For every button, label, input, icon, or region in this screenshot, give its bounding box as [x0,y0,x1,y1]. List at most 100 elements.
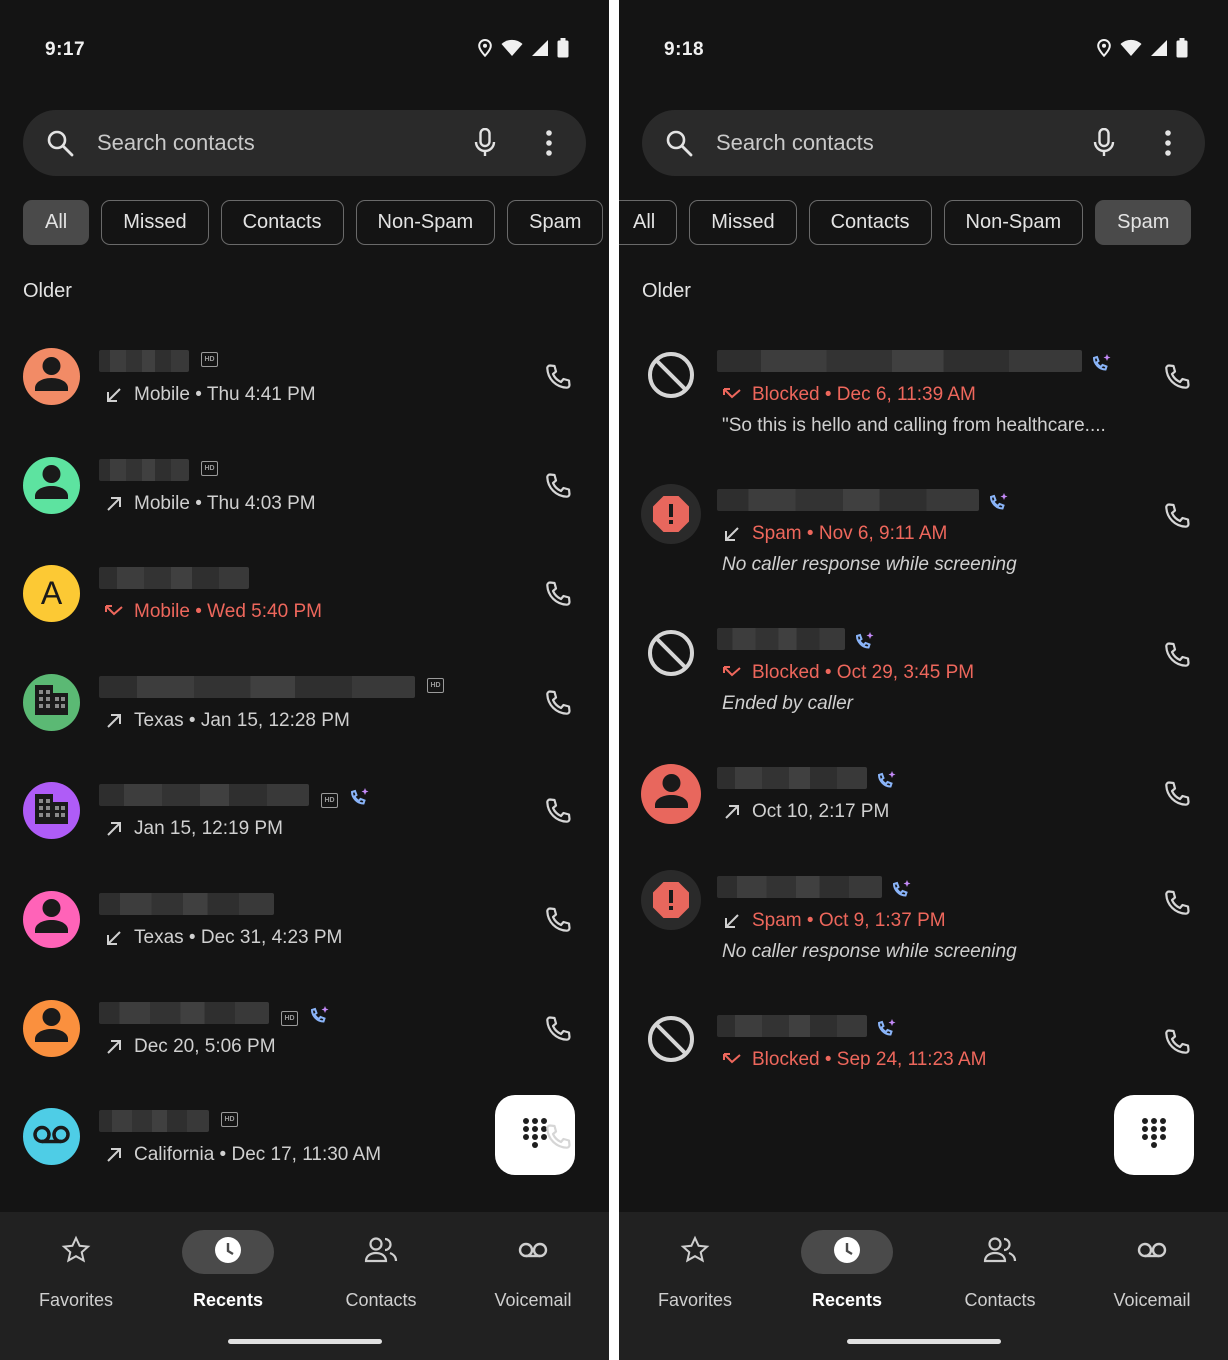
redacted-name [717,350,1082,372]
chip-contacts[interactable]: Contacts [808,200,932,245]
chip-all[interactable]: All [23,200,90,245]
person-icon [23,1000,80,1057]
contact-avatar [23,890,80,948]
call-screen-icon [875,1017,899,1046]
call-badges [987,491,1011,520]
call-back-button[interactable] [543,905,573,935]
nav-voicemail[interactable]: Voicemail [468,1230,598,1311]
call-back-button[interactable] [1162,1027,1192,1057]
bottom-navigation: Favorites Recents Contacts Voicemail [0,1212,609,1360]
hd-icon: HD [201,460,218,476]
call-details: Blocked • Dec 6, 11:39 AM [722,384,976,406]
call-badges [875,1017,899,1046]
dialpad-button[interactable] [1114,1095,1194,1175]
nav-favorites[interactable]: Favorites [11,1230,141,1311]
gesture-handle [228,1339,382,1344]
person-icon [23,457,80,514]
call-back-button[interactable] [543,579,573,609]
call-log-row[interactable]: HD Jan 15, 12:19 PM [0,756,609,865]
call-badges [853,630,877,659]
nav-pill [487,1230,579,1274]
blocked-avatar [641,625,701,685]
person-avatar [641,764,701,824]
call-log-row[interactable]: Blocked • Sep 24, 11:23 AM [619,987,1228,1096]
spam-warning-icon [641,870,701,935]
chip-spam[interactable]: Spam [507,200,604,245]
spam-call-list: Blocked • Dec 6, 11:39 AM "So this is hel… [619,322,1228,1095]
nav-label: Voicemail [1113,1290,1191,1310]
microphone-icon[interactable] [470,128,500,158]
call-back-button[interactable] [543,1014,573,1044]
call-log-row[interactable]: Blocked • Dec 6, 11:39 AM "So this is hel… [619,322,1228,461]
nav-contacts[interactable]: Contacts [316,1230,446,1311]
nav-favorites[interactable]: Favorites [630,1230,760,1311]
recents-screen-all: 9:17 Search contacts All Missed Contacts Non-… [0,0,609,1360]
search-input[interactable]: Search contacts [716,130,1089,156]
search-bar[interactable]: Search contacts [23,110,586,176]
call-log-row[interactable]: Texas • Dec 31, 4:23 PM [0,865,609,974]
call-log-row[interactable]: A Mobile • Wed 5:40 PM [0,539,609,648]
nav-voicemail[interactable]: Voicemail [1087,1230,1217,1311]
call-screen-icon [308,1004,332,1033]
redacted-name [717,1014,867,1037]
nav-recents[interactable]: Recents [782,1230,912,1311]
people-icon [983,1235,1017,1270]
battery-icon [1176,37,1188,63]
call-details: Texas • Dec 31, 4:23 PM [104,927,342,949]
contact-avatar [23,673,80,731]
hd-icon: HD [221,1112,238,1128]
call-log-list: HD Mobile • Thu 4:41 PM HD Mobile • Thu 4:0… [0,322,609,1191]
nav-recents[interactable]: Recents [163,1230,293,1311]
call-back-button[interactable] [543,796,573,826]
call-badges [1090,352,1114,381]
call-log-row[interactable]: HD Mobile • Thu 4:41 PM [0,322,609,431]
call-back-button[interactable] [543,362,573,392]
call-log-row[interactable]: HD Mobile • Thu 4:03 PM [0,431,609,540]
search-input[interactable]: Search contacts [97,130,470,156]
microphone-icon[interactable] [1089,128,1119,158]
spam-warning-icon [641,483,701,549]
chip-spam[interactable]: Spam [1095,200,1192,245]
voicemail-icon [23,1108,80,1165]
chip-contacts[interactable]: Contacts [220,200,344,245]
outgoing-call-icon [722,802,742,822]
call-back-button[interactable] [1162,779,1192,809]
call-back-button[interactable] [1162,640,1192,670]
call-back-button[interactable] [1162,362,1192,392]
call-log-row[interactable]: HD California • Dec 17, 11:30 AM [0,1082,609,1191]
search-bar[interactable]: Search contacts [642,110,1205,176]
person-icon [643,763,700,825]
call-back-button[interactable] [1162,501,1192,531]
contact-avatar [23,1108,80,1166]
call-screen-icon [1090,352,1114,381]
hd-icon: HD [281,1010,298,1026]
call-log-row[interactable]: HD Dec 20, 5:06 PM [0,974,609,1083]
redacted-name [99,675,415,698]
call-detail-text: Spam • Oct 9, 1:37 PM [752,909,946,931]
call-log-row[interactable]: Spam • Oct 9, 1:37 PM No caller response … [619,848,1228,987]
more-options-icon[interactable] [1153,128,1183,158]
call-back-button[interactable] [1162,888,1192,918]
status-icons [477,37,569,63]
nav-contacts[interactable]: Contacts [935,1230,1065,1311]
call-log-row[interactable]: HD Texas • Jan 15, 12:28 PM [0,648,609,757]
call-log-row[interactable]: Oct 10, 2:17 PM [619,739,1228,848]
chip-missed[interactable]: Missed [689,200,797,245]
chip-non-spam[interactable]: Non-Spam [355,200,496,245]
call-back-button[interactable] [543,1122,573,1152]
chip-all[interactable]: All [619,200,678,245]
call-log-row[interactable]: Spam • Nov 6, 9:11 AM No caller response … [619,461,1228,600]
call-log-row[interactable]: Blocked • Oct 29, 3:45 PM Ended by caller [619,600,1228,739]
chip-missed[interactable]: Missed [101,200,209,245]
call-summary: "So this is hello and calling from healt… [722,415,1106,436]
call-details: California • Dec 17, 11:30 AM [104,1144,381,1166]
more-options-icon[interactable] [534,128,564,158]
call-details: Texas • Jan 15, 12:28 PM [104,710,350,732]
call-back-button[interactable] [543,688,573,718]
business-icon [23,782,80,839]
call-back-button[interactable] [543,471,573,501]
call-summary: No caller response while screening [722,554,1017,575]
chip-non-spam[interactable]: Non-Spam [943,200,1084,245]
wifi-icon [501,39,523,62]
call-screen-icon [987,491,1011,520]
